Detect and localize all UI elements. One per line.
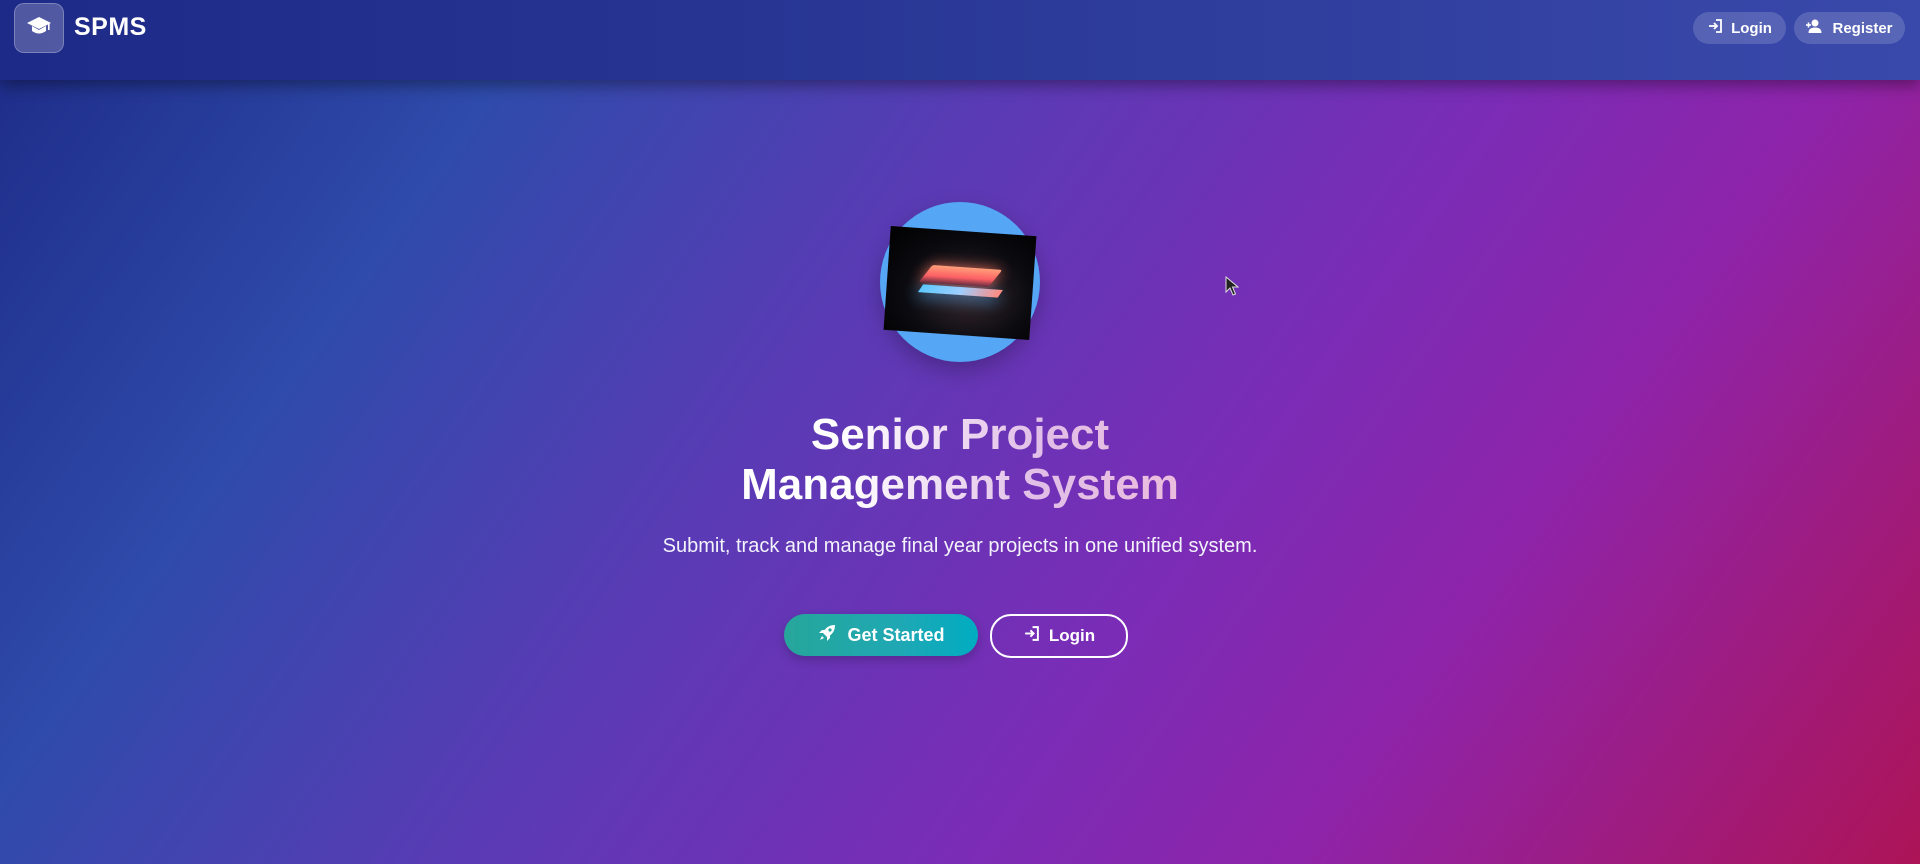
nav-register-label: Register bbox=[1832, 19, 1893, 37]
user-plus-icon bbox=[1806, 19, 1824, 38]
laptop-base-glow bbox=[917, 284, 1003, 298]
nav-login-label: Login bbox=[1731, 19, 1772, 37]
title-line-2: Management System bbox=[741, 460, 1179, 509]
get-started-label: Get Started bbox=[847, 624, 945, 645]
title-line-1: Senior Project bbox=[810, 410, 1110, 459]
hero-login-label: Login bbox=[1048, 626, 1096, 645]
mouse-cursor-icon bbox=[1225, 275, 1240, 296]
hero-laptop-image bbox=[883, 226, 1037, 340]
rocket-icon bbox=[817, 623, 837, 648]
logo-button[interactable] bbox=[14, 3, 64, 53]
nav-login-button[interactable]: Login bbox=[1693, 12, 1786, 44]
get-started-button[interactable]: Get Started bbox=[784, 614, 978, 656]
hero-subtitle: Submit, track and manage final year proj… bbox=[662, 535, 1258, 557]
page-title: Senior Project Management System bbox=[560, 410, 1360, 510]
top-navbar: SPMS Login Register bbox=[0, 0, 1920, 80]
sign-in-icon bbox=[1707, 18, 1723, 38]
brand-name[interactable]: SPMS bbox=[74, 13, 147, 42]
laptop-screen-glow bbox=[918, 265, 1003, 287]
graduation-cap-icon bbox=[26, 15, 52, 42]
hero-login-button[interactable]: Login bbox=[990, 614, 1128, 658]
sign-in-icon bbox=[1023, 625, 1040, 647]
nav-register-button[interactable]: Register bbox=[1794, 12, 1905, 44]
